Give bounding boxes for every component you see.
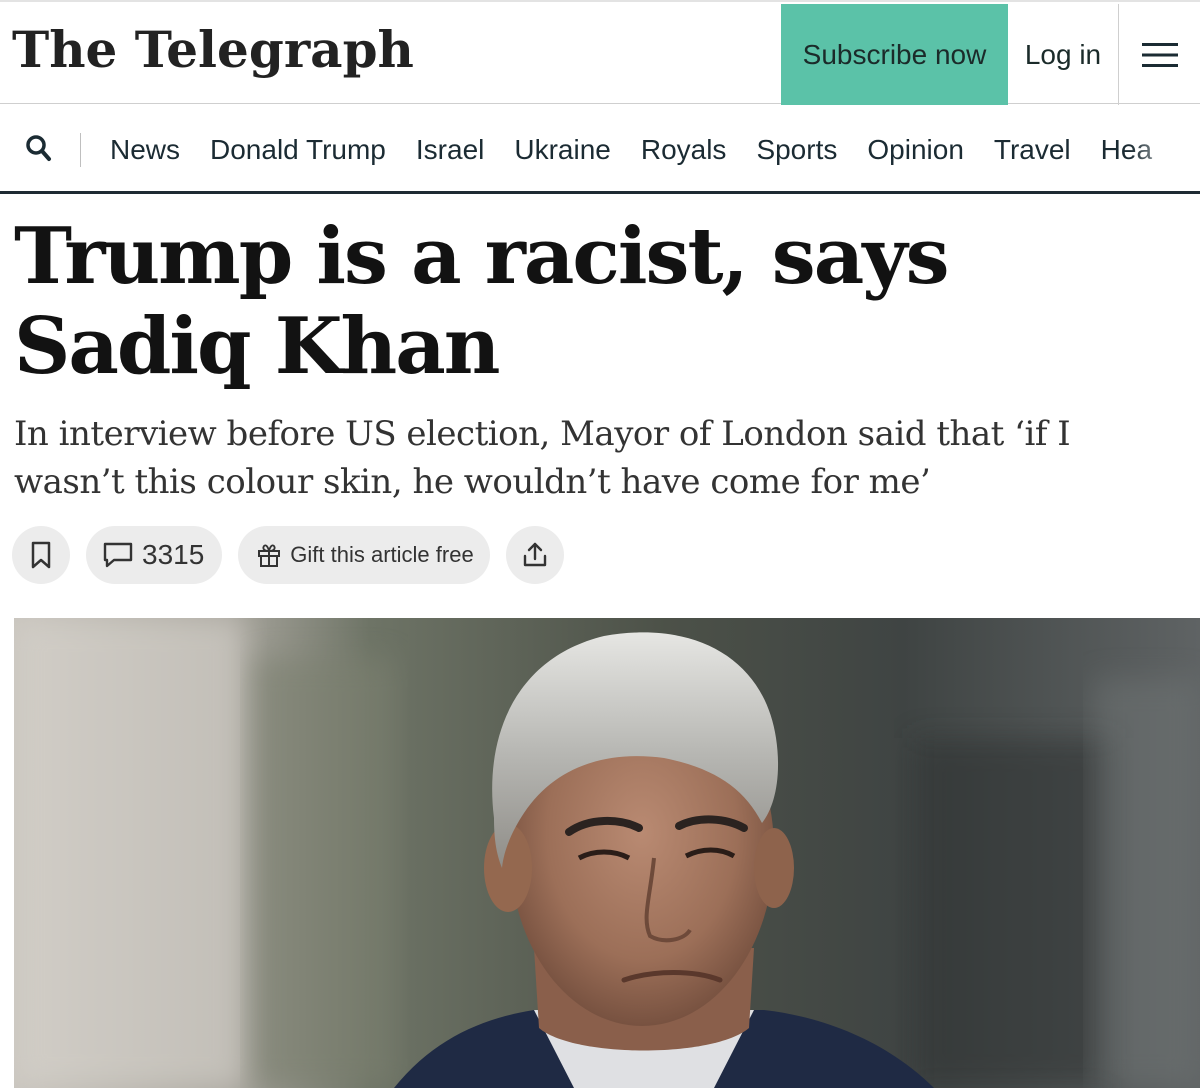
bookmark-button[interactable] [12, 526, 70, 584]
gift-icon [258, 544, 281, 567]
article-hero-photo [14, 618, 1200, 1088]
section-nav: News Donald Trump Israel Ukraine Royals … [0, 105, 1200, 194]
article-actions: 3315 Gift this article free [12, 526, 564, 584]
comment-icon [103, 542, 133, 568]
portrait-photo [14, 618, 1200, 1088]
bookmark-icon [31, 541, 51, 569]
comment-count: 3315 [142, 539, 205, 570]
nav-divider [80, 133, 81, 167]
top-header: The Telegraph Subscribe now Log in [0, 0, 1200, 106]
subscribe-button[interactable]: Subscribe now [781, 4, 1008, 106]
login-button[interactable]: Log in [1008, 4, 1118, 106]
gift-label: Gift this article free [290, 542, 474, 567]
article-headline: Trump is a racist, says Sadiq Khan [14, 211, 950, 392]
share-button[interactable] [505, 526, 564, 584]
nav-item-sports[interactable]: Sports [756, 134, 837, 166]
nav-item-opinion[interactable]: Opinion [867, 134, 964, 166]
nav-items: News Donald Trump Israel Ukraine Royals … [110, 105, 1152, 191]
share-icon [523, 542, 546, 567]
hamburger-menu-icon [1141, 43, 1178, 67]
telegraph-logo[interactable]: The Telegraph [12, 20, 414, 80]
search-button[interactable] [24, 133, 56, 165]
nav-item-health[interactable]: Hea [1101, 134, 1152, 166]
nav-item-donald-trump[interactable]: Donald Trump [210, 134, 386, 166]
nav-item-travel[interactable]: Travel [994, 134, 1071, 166]
comments-button[interactable]: 3315 [86, 526, 223, 584]
nav-item-israel[interactable]: Israel [416, 134, 484, 166]
menu-button[interactable] [1118, 4, 1200, 106]
gift-article-button[interactable]: Gift this article free [238, 526, 490, 584]
article-standfirst: In interview before US election, Mayor o… [14, 414, 1071, 502]
nav-item-news[interactable]: News [110, 134, 180, 166]
nav-item-royals[interactable]: Royals [641, 134, 727, 166]
search-icon [26, 135, 51, 161]
nav-item-ukraine[interactable]: Ukraine [514, 134, 610, 166]
